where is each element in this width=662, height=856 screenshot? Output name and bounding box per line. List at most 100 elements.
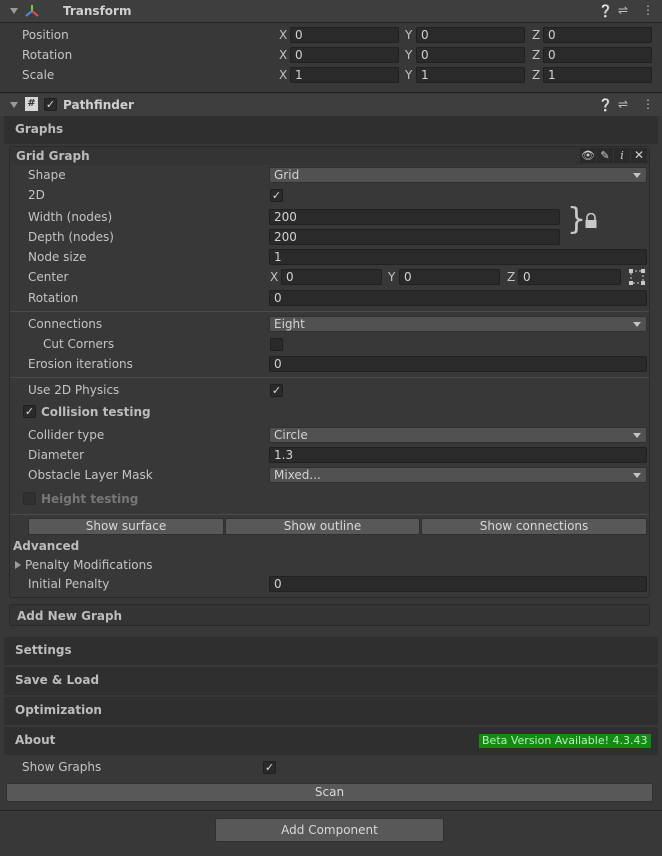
- pathfinder-title: Pathfinder: [63, 98, 134, 112]
- rotation-z-field[interactable]: 0: [543, 47, 652, 63]
- add-component-button[interactable]: Add Component: [215, 818, 444, 842]
- optimization-section-label: Optimization: [15, 703, 102, 717]
- show-graphs-checkbox[interactable]: ✓: [263, 761, 276, 774]
- penalty-foldout-icon[interactable]: [15, 561, 21, 569]
- optimization-section-header[interactable]: Optimization: [4, 697, 658, 725]
- position-x-field[interactable]: 0: [290, 27, 399, 43]
- collider-type-dropdown[interactable]: Circle: [269, 427, 647, 443]
- show-graphs-label: Show Graphs: [22, 760, 102, 774]
- presets-icon[interactable]: ⇌: [618, 98, 628, 110]
- add-new-graph-button[interactable]: Add New Graph: [9, 604, 650, 626]
- erosion-label: Erosion iterations: [28, 357, 133, 371]
- menu-kebab-icon[interactable]: ⋮: [642, 4, 654, 16]
- pathfinder-enabled-checkbox[interactable]: ✓: [44, 98, 57, 111]
- axis-z-label: Z: [532, 68, 541, 82]
- script-icon: #: [25, 97, 38, 111]
- erosion-field[interactable]: 0: [269, 356, 647, 372]
- scale-label: Scale: [22, 68, 55, 82]
- axis-z-label: Z: [532, 48, 541, 62]
- graph-visibility-icon[interactable]: 👁: [580, 148, 596, 163]
- scale-y-field[interactable]: 1: [416, 67, 525, 83]
- show-outline-button[interactable]: Show outline: [225, 518, 420, 535]
- connections-dropdown[interactable]: Eight: [269, 316, 647, 332]
- axis-z-label: Z: [507, 270, 516, 284]
- help-icon[interactable]: ❔: [598, 99, 613, 111]
- help-icon[interactable]: ❔: [598, 5, 613, 17]
- chevron-down-icon: [633, 433, 641, 438]
- graph-info-icon[interactable]: i: [614, 148, 630, 163]
- shape-dropdown[interactable]: Grid: [269, 167, 647, 183]
- center-y-field[interactable]: 0: [399, 269, 500, 285]
- axis-z-label: Z: [532, 28, 541, 42]
- scale-x-field[interactable]: 1: [290, 67, 399, 83]
- axis-x-label: X: [270, 270, 279, 284]
- grid-graph-title: Grid Graph: [16, 149, 90, 163]
- width-label: Width (nodes): [28, 210, 113, 224]
- about-section-header[interactable]: About Beta Version Available! 4.3.43: [4, 727, 658, 755]
- transform-foldout-icon[interactable]: [10, 8, 18, 14]
- center-x-field[interactable]: 0: [281, 269, 382, 285]
- scan-button[interactable]: Scan: [6, 783, 653, 802]
- node-size-label: Node size: [28, 250, 87, 264]
- settings-section-header[interactable]: Settings: [4, 637, 658, 665]
- node-size-field[interactable]: 1: [269, 249, 647, 265]
- position-z-field[interactable]: 0: [543, 27, 652, 43]
- obstacle-mask-label: Obstacle Layer Mask: [28, 468, 153, 482]
- snap-bounds-icon[interactable]: [628, 268, 646, 286]
- pathfinder-foldout-icon[interactable]: [10, 102, 18, 108]
- rotation-x-field[interactable]: 0: [290, 47, 399, 63]
- axis-x-label: X: [279, 68, 288, 82]
- axis-y-label: Y: [388, 270, 396, 284]
- use-2d-physics-label: Use 2D Physics: [28, 383, 120, 397]
- position-y-field[interactable]: 0: [416, 27, 525, 43]
- grid-graph-header[interactable]: Grid Graph 👁 ✎ i ✕: [10, 147, 649, 165]
- pathfinder-header[interactable]: # ✓ Pathfinder ❔ ⇌ ⋮: [0, 94, 662, 116]
- axis-x-label: X: [279, 28, 288, 42]
- about-section-label: About: [15, 733, 56, 747]
- chevron-down-icon: [633, 322, 641, 327]
- center-label: Center: [28, 270, 69, 284]
- rotation-label: Rotation: [22, 48, 73, 62]
- presets-icon[interactable]: ⇌: [618, 4, 628, 16]
- shape-value: Grid: [274, 168, 300, 182]
- depth-field[interactable]: 200: [269, 229, 560, 245]
- collision-testing-checkbox[interactable]: ✓: [23, 405, 36, 418]
- height-testing-checkbox[interactable]: [23, 492, 36, 505]
- cut-corners-label: Cut Corners: [43, 337, 115, 351]
- chevron-down-icon: [633, 473, 641, 478]
- initial-penalty-field[interactable]: 0: [269, 576, 647, 592]
- width-field[interactable]: 200: [269, 209, 560, 225]
- add-new-graph-label: Add New Graph: [17, 609, 123, 623]
- axis-y-label: Y: [405, 68, 413, 82]
- transform-header[interactable]: Transform ❔ ⇌ ⋮: [0, 0, 662, 22]
- collider-type-label: Collider type: [28, 428, 105, 442]
- graph-rotation-field[interactable]: 0: [269, 290, 647, 306]
- graphs-section-label: Graphs: [15, 122, 64, 136]
- rotation-y-field[interactable]: 0: [416, 47, 525, 63]
- graph-rotation-label: Rotation: [28, 291, 79, 305]
- use-2d-physics-checkbox[interactable]: ✓: [270, 384, 283, 397]
- cut-corners-checkbox[interactable]: [270, 338, 283, 351]
- scale-z-field[interactable]: 1: [543, 67, 652, 83]
- chevron-down-icon: [633, 173, 641, 178]
- save-load-section-header[interactable]: Save & Load: [4, 667, 658, 695]
- show-connections-button[interactable]: Show connections: [421, 518, 647, 535]
- 2d-checkbox[interactable]: ✓: [270, 189, 283, 202]
- beta-version-badge[interactable]: Beta Version Available! 4.3.43: [479, 734, 651, 748]
- obstacle-mask-value: Mixed...: [274, 468, 321, 482]
- diameter-field[interactable]: 1.3: [269, 447, 647, 463]
- settings-section-label: Settings: [15, 643, 72, 657]
- penalty-modifications-label[interactable]: Penalty Modifications: [25, 557, 153, 573]
- graph-edit-icon[interactable]: ✎: [597, 148, 613, 163]
- height-testing-label: Height testing: [41, 492, 139, 506]
- center-z-field[interactable]: 0: [518, 269, 621, 285]
- connections-value: Eight: [274, 317, 305, 331]
- shape-label: Shape: [28, 168, 66, 182]
- menu-kebab-icon[interactable]: ⋮: [642, 98, 654, 110]
- lock-icon[interactable]: [584, 212, 598, 229]
- graphs-section-header[interactable]: Graphs: [4, 116, 658, 144]
- axis-y-label: Y: [405, 28, 413, 42]
- show-surface-button[interactable]: Show surface: [28, 518, 224, 535]
- obstacle-mask-dropdown[interactable]: Mixed...: [269, 467, 647, 483]
- graph-delete-icon[interactable]: ✕: [631, 148, 647, 163]
